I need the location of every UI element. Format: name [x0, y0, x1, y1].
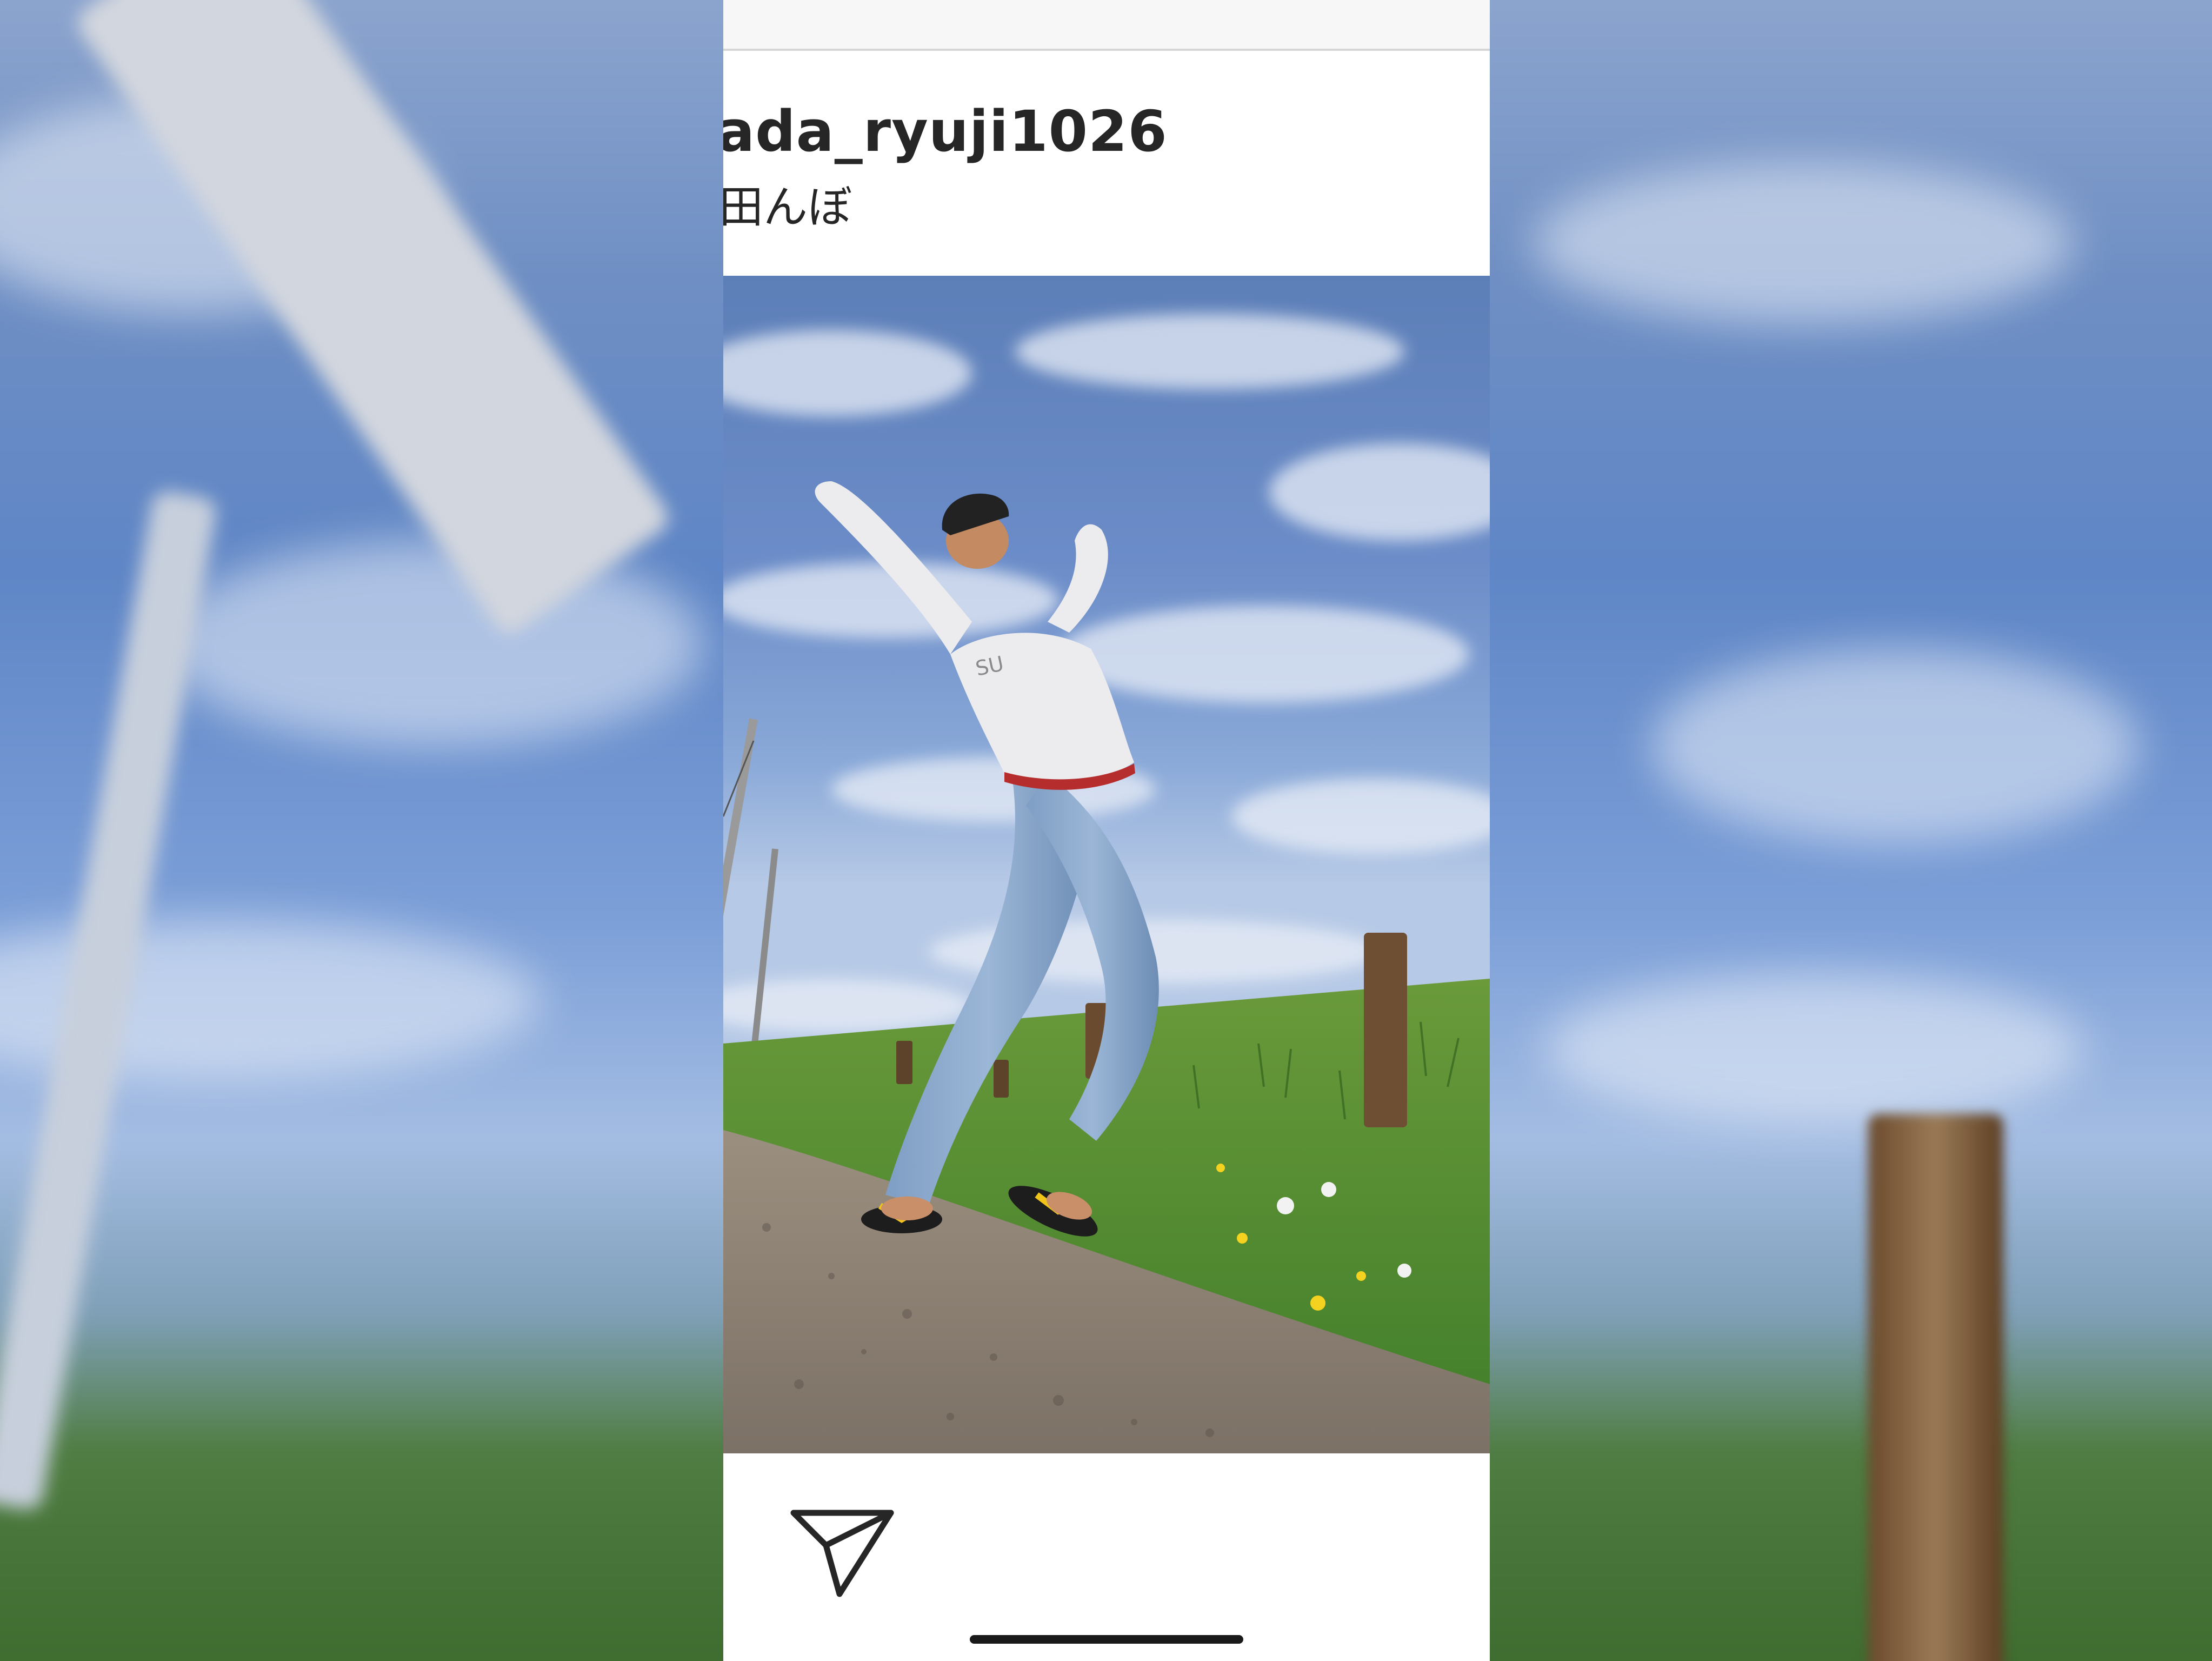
username[interactable]: ada_ryuji1026: [723, 98, 1168, 164]
app-stage: ada_ryuji1026 田んぼ SU: [0, 0, 2212, 1661]
location-label[interactable]: 田んぼ: [723, 171, 852, 235]
post-actions: [723, 1453, 1490, 1661]
paper-plane-icon: [790, 1510, 894, 1597]
post-screen: ada_ryuji1026 田んぼ SU: [723, 0, 1490, 1661]
home-indicator[interactable]: [970, 1635, 1243, 1644]
post-header: ada_ryuji1026 田んぼ: [723, 51, 1490, 276]
share-button[interactable]: [788, 1502, 896, 1599]
post-photo[interactable]: SU: [723, 276, 1490, 1453]
top-bar: [723, 0, 1490, 51]
blurred-background-right: [1490, 0, 2212, 1661]
blurred-background-left: [0, 0, 723, 1661]
